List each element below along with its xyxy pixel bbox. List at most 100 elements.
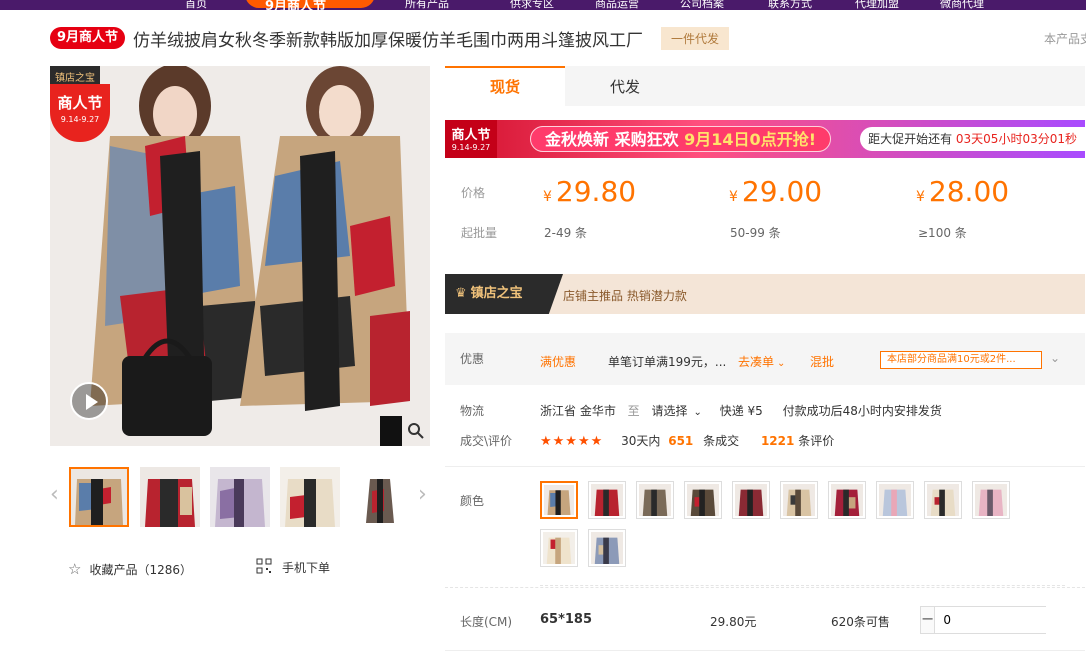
star-outline-icon: ☆ — [68, 560, 82, 578]
review-count[interactable]: 1221 — [761, 434, 794, 448]
decrement-button[interactable]: − — [921, 607, 935, 633]
color-swatch[interactable] — [876, 481, 914, 519]
nav-item-agent[interactable]: 代理加盟 — [855, 0, 899, 10]
qr-code-icon — [256, 558, 272, 577]
mixed-batch-link[interactable]: 混批 — [810, 353, 834, 370]
discount-tag[interactable]: 本店部分商品满10元或2件... — [880, 351, 1042, 369]
deals-label: 成交\评价 — [460, 434, 513, 448]
nav-item-contact[interactable]: 联系方式 — [768, 0, 812, 10]
price-tier-qty: ≥100 条 — [918, 226, 967, 240]
shop-treasure-bar: ♛ 镇店之宝 店铺主推品 热销潜力款 — [445, 274, 1085, 314]
zoom-icon[interactable] — [406, 422, 426, 442]
festival-corner-badge: 商人节 9.14-9.27 — [50, 84, 110, 142]
countdown-time: 03天05小时03分01秒 — [955, 132, 1077, 146]
dropship-tag: 一件代发 — [661, 26, 730, 50]
deals-row: 成交\评价 ★★★★★ 30天内 651 条成交 1221 条评价 — [445, 432, 1085, 452]
review-suffix: 条评价 — [798, 434, 835, 448]
price-tier-qty: 50-99 条 — [730, 226, 781, 240]
festival-badge: 9月商人节 — [50, 27, 126, 49]
color-swatch[interactable] — [540, 529, 578, 567]
color-swatch[interactable] — [972, 481, 1010, 519]
sku-stock: 620条可售 — [831, 615, 890, 629]
min-qty-label: 起批量 — [461, 226, 498, 240]
sku-price: 29.80元 — [710, 615, 757, 629]
chevron-down-icon[interactable]: ⌄ — [1050, 351, 1060, 365]
ship-to-sep: 至 — [627, 404, 640, 418]
price-tier-amount: 29.80 — [555, 175, 637, 208]
express-fee: 快递 ¥5 — [719, 404, 763, 418]
color-swatch[interactable] — [780, 481, 818, 519]
thumbnail-item[interactable] — [280, 467, 340, 527]
thumb-next-icon[interactable]: › — [418, 482, 427, 507]
thumbnail-item[interactable] — [140, 467, 200, 527]
nav-item-supply[interactable]: 供求专区 — [510, 0, 554, 10]
video-play-button[interactable] — [70, 382, 108, 420]
nav-item-company[interactable]: 公司档案 — [680, 0, 724, 10]
ship-from: 浙江省 金华市 — [540, 404, 616, 418]
promo-badge-title: 商人节 — [451, 128, 491, 143]
quantity-input[interactable] — [934, 607, 1086, 633]
crown-icon: ♛ — [455, 286, 467, 301]
product-title-row: 9月商人节 仿羊绒披肩女秋冬季新款韩版加厚保暖仿羊毛围巾两用斗篷披风工厂 一件代… — [50, 26, 730, 51]
price-label: 价格 — [461, 186, 486, 200]
nav-item-operation[interactable]: 商品运营 — [595, 0, 639, 10]
price-tier-qty: 2-49 条 — [544, 226, 588, 240]
countdown-label: 距大促开始还有 — [868, 132, 956, 146]
add-to-order-link[interactable]: 去凑单 ⌄ — [738, 353, 785, 370]
color-swatch[interactable] — [636, 481, 674, 519]
promo-headline-date: 9月14日0点开抢! — [684, 130, 816, 149]
color-selector: 颜色 — [445, 466, 1085, 586]
price-tier-value: ¥29.00 — [729, 175, 822, 208]
promo-festival-badge: 商人节 9.14-9.27 — [445, 120, 497, 158]
color-swatch[interactable] — [588, 529, 626, 567]
deals-days: 30天内 — [621, 434, 661, 448]
color-swatch[interactable] — [684, 481, 722, 519]
logistics-info: 浙江省 金华市 至 请选择 ⌄ 快递 ¥5 付款成功后48小时内安排发货 — [540, 402, 942, 419]
logistics-label: 物流 — [460, 404, 485, 418]
nav-item-festival[interactable]: 9月商人节 — [265, 0, 326, 10]
thumbnail-item[interactable] — [350, 467, 410, 527]
mobile-order-label: 手机下单 — [282, 561, 331, 575]
thumbnail-item[interactable] — [210, 467, 270, 527]
price-tier-value: ¥28.00 — [916, 175, 1009, 208]
color-swatch[interactable] — [828, 481, 866, 519]
color-swatch[interactable] — [588, 481, 626, 519]
sold-count[interactable]: 651 — [668, 434, 693, 448]
discount-desc: 单笔订单满199元，... — [608, 355, 727, 369]
color-label: 颜色 — [460, 494, 485, 508]
discount-label: 优惠 — [460, 352, 485, 366]
nav-item-home[interactable]: 首页 — [185, 0, 207, 10]
thumbnail-item[interactable] — [69, 467, 129, 527]
rating-stars: ★★★★★ — [540, 434, 604, 449]
tab-in-stock[interactable]: 现货 — [445, 66, 565, 106]
top-nav: 首页 9月商人节 所有产品 供求专区 商品运营 公司档案 联系方式 代理加盟 微… — [0, 0, 1086, 10]
nav-item-products[interactable]: 所有产品 — [405, 0, 449, 10]
tab-dropship[interactable]: 代发 — [565, 66, 685, 106]
mobile-order-button[interactable]: 手机下单 — [256, 558, 330, 577]
color-swatch[interactable] — [924, 481, 962, 519]
price-tiers: 价格 起批量 ¥29.80 2-49 条 ¥29.00 50-99 条 ¥28.… — [445, 158, 1085, 268]
stock-tabs: 现货 代发 — [445, 66, 1085, 106]
festival-corner-date: 9.14-9.27 — [60, 115, 100, 124]
sku-row: 长度(CM) 65*185 29.80元 620条可售 − + — [445, 587, 1086, 651]
sku-name: 65*185 — [540, 612, 593, 627]
main-product-image[interactable]: 镇店之宝 商人节 9.14-9.27 — [50, 66, 430, 446]
price-tier-amount: 28.00 — [928, 175, 1010, 208]
thumb-prev-icon[interactable]: ‹ — [50, 482, 59, 507]
ship-to-select[interactable]: 请选择 ⌄ — [652, 404, 702, 418]
promo-banner[interactable]: 商人节 9.14-9.27 金秋焕新 采购狂欢 9月14日0点开抢! 距大促开始… — [445, 120, 1085, 158]
color-swatch[interactable] — [540, 481, 578, 519]
collect-product-button[interactable]: ☆ 收藏产品（1286） — [68, 560, 192, 578]
promo-headline: 金秋焕新 采购狂欢 9月14日0点开抢! — [530, 126, 831, 152]
currency-symbol: ¥ — [543, 189, 552, 205]
promo-headline-main: 金秋焕新 采购狂欢 — [545, 130, 685, 149]
sold-suffix: 条成交 — [703, 434, 740, 448]
discount-name: 满优惠 — [540, 355, 577, 369]
divider — [540, 585, 1065, 586]
nav-item-wechat[interactable]: 微商代理 — [940, 0, 984, 10]
promo-countdown: 距大促开始还有 03天05小时03分01秒 — [860, 127, 1085, 151]
quantity-stepper: − + — [920, 606, 1086, 634]
festival-corner-title: 商人节 — [57, 94, 103, 112]
color-swatch[interactable] — [732, 481, 770, 519]
shop-treasure-label: ♛ 镇店之宝 — [445, 274, 563, 314]
